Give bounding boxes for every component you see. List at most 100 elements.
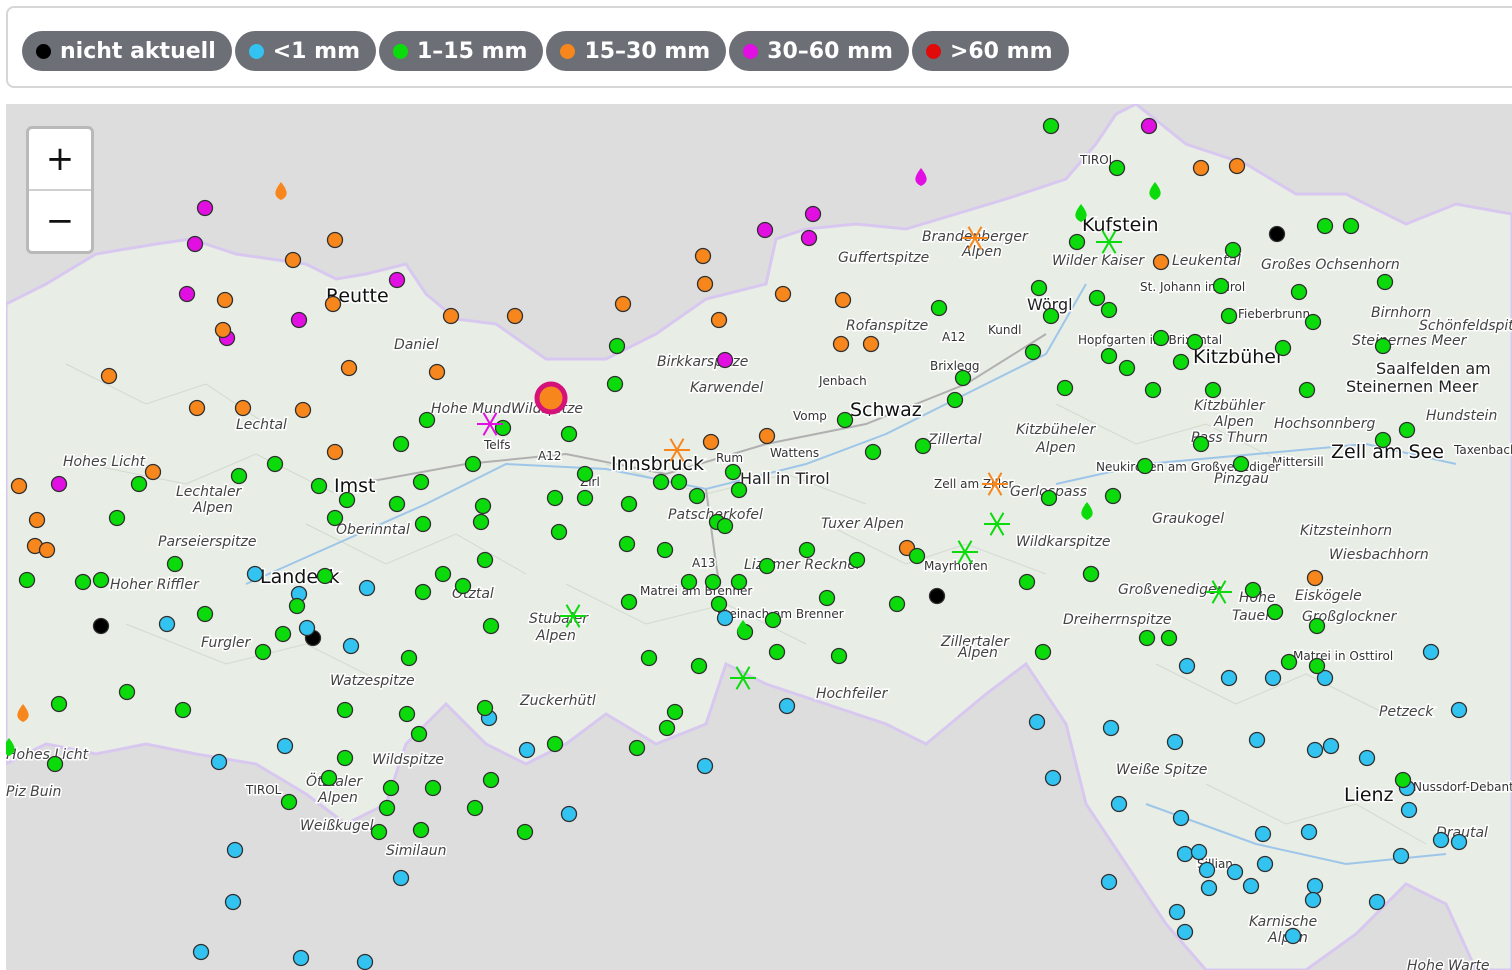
station-marker[interactable] bbox=[412, 821, 430, 839]
station-marker[interactable] bbox=[724, 463, 742, 481]
station-marker[interactable] bbox=[1224, 241, 1242, 259]
station-marker[interactable] bbox=[174, 701, 192, 719]
station-marker[interactable] bbox=[130, 475, 148, 493]
station-marker[interactable] bbox=[730, 481, 748, 499]
legend-chip[interactable]: 15–30 mm bbox=[546, 31, 727, 71]
station-marker[interactable] bbox=[214, 321, 232, 339]
legend-chip[interactable]: >60 mm bbox=[911, 31, 1069, 71]
station-marker[interactable] bbox=[1190, 843, 1208, 861]
station-marker[interactable] bbox=[1264, 669, 1282, 687]
station-marker[interactable] bbox=[1088, 289, 1106, 307]
zoom-out-button[interactable]: − bbox=[29, 191, 91, 251]
station-marker[interactable] bbox=[266, 455, 284, 473]
station-marker[interactable] bbox=[224, 893, 242, 911]
station-marker[interactable] bbox=[336, 749, 354, 767]
station-marker[interactable] bbox=[1176, 923, 1194, 941]
station-marker[interactable] bbox=[800, 229, 818, 247]
station-marker[interactable] bbox=[1268, 225, 1286, 243]
station-marker[interactable] bbox=[758, 427, 776, 445]
station-marker[interactable] bbox=[506, 307, 524, 325]
station-marker[interactable] bbox=[1254, 825, 1272, 843]
station-marker[interactable] bbox=[658, 719, 676, 737]
station-marker[interactable] bbox=[292, 949, 310, 967]
station-marker[interactable] bbox=[1198, 861, 1216, 879]
station-marker[interactable] bbox=[832, 335, 850, 353]
station-marker[interactable] bbox=[680, 573, 698, 591]
station-marker[interactable] bbox=[1192, 435, 1210, 453]
station-marker[interactable] bbox=[1166, 733, 1184, 751]
station-marker[interactable] bbox=[620, 495, 638, 513]
station-marker[interactable] bbox=[946, 391, 964, 409]
station-marker[interactable] bbox=[378, 799, 396, 817]
station-marker[interactable] bbox=[710, 311, 728, 329]
station-marker[interactable] bbox=[188, 399, 206, 417]
station-marker[interactable] bbox=[1376, 273, 1394, 291]
station-marker[interactable] bbox=[324, 295, 342, 313]
legend-chip[interactable]: nicht aktuell bbox=[22, 31, 232, 71]
station-marker[interactable] bbox=[1422, 643, 1440, 661]
station-marker[interactable] bbox=[1100, 873, 1118, 891]
station-marker[interactable] bbox=[1226, 863, 1244, 881]
station-marker[interactable] bbox=[1374, 337, 1392, 355]
station-marker[interactable] bbox=[254, 643, 272, 661]
station-marker[interactable] bbox=[1110, 795, 1128, 813]
station-marker[interactable] bbox=[118, 683, 136, 701]
selected-station-marker[interactable] bbox=[534, 381, 568, 415]
station-marker[interactable] bbox=[166, 555, 184, 573]
station-marker[interactable] bbox=[382, 779, 400, 797]
station-marker[interactable] bbox=[640, 649, 658, 667]
station-marker[interactable] bbox=[608, 337, 626, 355]
station-marker[interactable] bbox=[778, 697, 796, 715]
station-marker[interactable] bbox=[1176, 845, 1194, 863]
station-marker[interactable] bbox=[518, 741, 536, 759]
station-marker[interactable] bbox=[716, 351, 734, 369]
station-marker[interactable] bbox=[1368, 893, 1386, 911]
station-marker[interactable] bbox=[280, 793, 298, 811]
station-marker[interactable] bbox=[1136, 457, 1154, 475]
station-marker[interactable] bbox=[216, 291, 234, 309]
station-marker[interactable] bbox=[474, 497, 492, 515]
station-marker[interactable] bbox=[716, 517, 734, 535]
station-marker[interactable] bbox=[414, 515, 432, 533]
station-marker[interactable] bbox=[1068, 233, 1086, 251]
station-marker[interactable] bbox=[1398, 421, 1416, 439]
station-marker[interactable] bbox=[1274, 339, 1292, 357]
station-marker[interactable] bbox=[92, 571, 110, 589]
station-marker[interactable] bbox=[230, 467, 248, 485]
station-marker[interactable] bbox=[1242, 877, 1260, 895]
station-marker[interactable] bbox=[1178, 657, 1196, 675]
station-marker[interactable] bbox=[276, 737, 294, 755]
station-marker[interactable] bbox=[1266, 603, 1284, 621]
station-marker[interactable] bbox=[1322, 737, 1340, 755]
station-marker[interactable] bbox=[38, 541, 56, 559]
station-marker[interactable] bbox=[1118, 359, 1136, 377]
station-marker[interactable] bbox=[774, 285, 792, 303]
station-marker[interactable] bbox=[412, 473, 430, 491]
station-marker[interactable] bbox=[710, 595, 728, 613]
station-marker[interactable] bbox=[1172, 353, 1190, 371]
station-marker[interactable] bbox=[560, 425, 578, 443]
station-marker[interactable] bbox=[768, 643, 786, 661]
map-canvas[interactable]: ReutteDanielLechtalHohes LichtLechtalerA… bbox=[6, 104, 1512, 970]
station-marker[interactable] bbox=[1024, 343, 1042, 361]
station-marker[interactable] bbox=[690, 657, 708, 675]
station-marker[interactable] bbox=[1432, 831, 1450, 849]
station-marker[interactable] bbox=[1056, 379, 1074, 397]
station-marker[interactable] bbox=[326, 231, 344, 249]
station-marker[interactable] bbox=[1102, 719, 1120, 737]
station-marker[interactable] bbox=[1394, 771, 1412, 789]
station-marker[interactable] bbox=[1172, 809, 1190, 827]
station-marker[interactable] bbox=[606, 375, 624, 393]
station-marker[interactable] bbox=[1200, 879, 1218, 897]
station-marker[interactable] bbox=[716, 609, 734, 627]
station-marker[interactable] bbox=[340, 359, 358, 377]
station-marker[interactable] bbox=[1374, 431, 1392, 449]
station-marker[interactable] bbox=[1152, 329, 1170, 347]
station-marker[interactable] bbox=[704, 573, 722, 591]
rain-drop-icon[interactable] bbox=[275, 182, 287, 200]
station-marker[interactable] bbox=[1316, 217, 1334, 235]
station-marker[interactable] bbox=[1290, 283, 1308, 301]
station-marker[interactable] bbox=[310, 477, 328, 495]
station-marker[interactable] bbox=[1108, 159, 1126, 177]
station-marker[interactable] bbox=[862, 335, 880, 353]
